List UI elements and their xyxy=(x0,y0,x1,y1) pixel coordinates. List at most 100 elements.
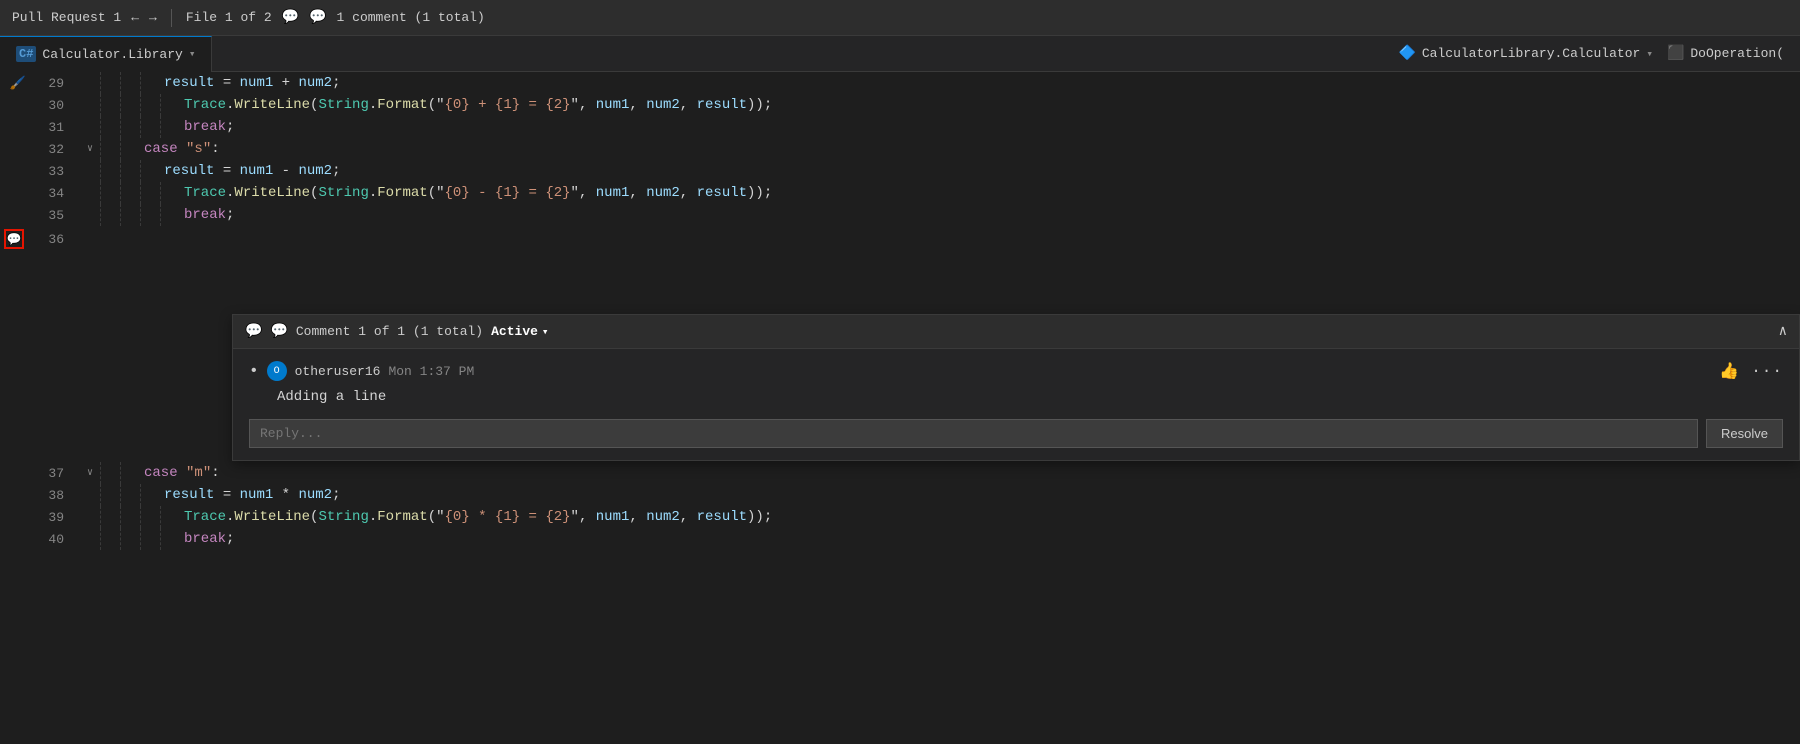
code-line-39: 39 Trace.WriteLine(String.Format("{0} * … xyxy=(0,506,1800,528)
code-line-38: 38 result = num1 * num2; xyxy=(0,484,1800,506)
code-line-30: 30 Trace.WriteLine(String.Format("{0} + … xyxy=(0,94,1800,116)
expand-34 xyxy=(80,182,100,204)
gutter-30: 30 xyxy=(0,94,80,116)
cs-icon: C# xyxy=(16,46,36,62)
method-breadcrumb-name: DoOperation( xyxy=(1690,46,1784,61)
code-content-36 xyxy=(100,226,1800,252)
code-line-36: 36 💬 xyxy=(0,226,1800,252)
gutter-32: 32 xyxy=(0,138,80,160)
line-number-29: 29 xyxy=(48,76,64,91)
code-line-33: 33 result = num1 - num2; xyxy=(0,160,1800,182)
code-content-37: case "m": xyxy=(140,462,1800,484)
line-number-30: 30 xyxy=(48,98,64,113)
comment-panel-collapse-btn[interactable]: ∧ xyxy=(1779,323,1787,340)
expand-33 xyxy=(80,160,100,182)
expand-35 xyxy=(80,204,100,226)
comment-icon-2: 💬 xyxy=(309,9,326,26)
more-options-icon[interactable]: ··· xyxy=(1751,362,1783,380)
expand-38 xyxy=(80,484,100,506)
expand-29 xyxy=(80,72,100,94)
expand-37[interactable]: ∨ xyxy=(80,462,100,484)
file-tabs-bar: C# Calculator.Library ▾ 🔷 CalculatorLibr… xyxy=(0,36,1800,72)
gutter-40: 40 xyxy=(0,528,80,550)
code-line-34: 34 Trace.WriteLine(String.Format("{0} - … xyxy=(0,182,1800,204)
reply-input[interactable] xyxy=(249,419,1698,448)
line-number-40: 40 xyxy=(48,532,64,547)
pull-request-label: Pull Request 1 xyxy=(12,10,121,25)
gutter-comment-btn-36[interactable]: 💬 xyxy=(4,229,24,249)
indent-2-29 xyxy=(120,72,140,94)
code-content-38: result = num1 * num2; xyxy=(160,484,1800,506)
method-breadcrumb-icon: ⬛ xyxy=(1667,45,1684,62)
nav-back-btn[interactable]: ← xyxy=(131,10,139,25)
class-breadcrumb-icon: 🔷 xyxy=(1398,45,1415,62)
line-number-33: 33 xyxy=(48,164,64,179)
file-count-label: File 1 of 2 xyxy=(186,10,272,25)
gutter-38: 38 xyxy=(0,484,80,506)
gutter-34: 34 xyxy=(0,182,80,204)
status-text: Active xyxy=(491,324,538,339)
indent-1-29 xyxy=(100,72,120,94)
code-line-32: 32 ∨ case "s": xyxy=(0,138,1800,160)
gutter-37: 37 xyxy=(0,462,80,484)
comment-icon-1: 💬 xyxy=(282,9,299,26)
comment-nav-icon-1[interactable]: 💬 xyxy=(245,323,262,340)
tab-filename: Calculator.Library xyxy=(42,47,182,62)
code-content-35: break; xyxy=(180,204,1800,226)
resolve-button[interactable]: Resolve xyxy=(1706,419,1783,448)
comment-panel-header: 💬 💬 Comment 1 of 1 (1 total) Active ▾ ∧ xyxy=(233,315,1799,349)
comment-count-label: Comment 1 of 1 (1 total) xyxy=(296,324,483,339)
line-number-35: 35 xyxy=(48,208,64,223)
comment-count-label: 1 comment (1 total) xyxy=(337,10,485,25)
expand-32[interactable]: ∨ xyxy=(80,138,100,160)
code-content-30: Trace.WriteLine(String.Format("{0} + {1}… xyxy=(180,94,1800,116)
line-number-38: 38 xyxy=(48,488,64,503)
code-content-33: result = num1 - num2; xyxy=(160,160,1800,182)
tab-dropdown-arrow[interactable]: ▾ xyxy=(189,47,196,61)
expand-39 xyxy=(80,506,100,528)
indent-3-29 xyxy=(140,72,160,94)
line-number-37: 37 xyxy=(48,466,64,481)
line-number-39: 39 xyxy=(48,510,64,525)
tab-calculator-library[interactable]: C# Calculator.Library ▾ xyxy=(0,36,212,72)
code-line-35: 35 break; xyxy=(0,204,1800,226)
code-line-31: 31 break; xyxy=(0,116,1800,138)
like-icon[interactable]: 👍 xyxy=(1719,361,1739,381)
gutter-39: 39 xyxy=(0,506,80,528)
gutter-35: 35 xyxy=(0,204,80,226)
comment-bullet: • xyxy=(249,362,259,380)
breadcrumb-section: 🔷 CalculatorLibrary.Calculator ▾ ⬛ DoOpe… xyxy=(1398,45,1800,62)
comment-content: Adding a line xyxy=(277,389,1783,405)
comment-status-badge[interactable]: Active ▾ xyxy=(491,324,548,339)
comment-nav-icon-2[interactable]: 💬 xyxy=(270,323,287,340)
comment-time: Mon 1:37 PM xyxy=(388,364,474,379)
class-dropdown-arrow[interactable]: ▾ xyxy=(1646,47,1653,61)
gutter-36: 36 💬 xyxy=(0,226,80,252)
code-content-34: Trace.WriteLine(String.Format("{0} - {1}… xyxy=(180,182,1800,204)
code-container: 29 🖌️ result = num1 + num2; 30 Trace.Wri… xyxy=(0,72,1800,744)
gutter-paintbrush-29[interactable]: 🖌️ xyxy=(8,73,28,93)
gutter-33: 33 xyxy=(0,160,80,182)
code-content-39: Trace.WriteLine(String.Format("{0} * {1}… xyxy=(180,506,1800,528)
line-number-31: 31 xyxy=(48,120,64,135)
code-content-29: result = num1 + num2; xyxy=(160,72,1800,94)
comment-actions: 👍 ··· xyxy=(1719,361,1783,381)
line-number-36: 36 xyxy=(48,232,64,247)
expand-40 xyxy=(80,528,100,550)
status-dropdown-chevron[interactable]: ▾ xyxy=(542,325,549,339)
nav-forward-btn[interactable]: → xyxy=(149,10,157,25)
comment-author: otheruser16 xyxy=(295,364,381,379)
comment-author-row: • O otheruser16 Mon 1:37 PM 👍 ··· xyxy=(249,361,1783,381)
comment-panel: 💬 💬 Comment 1 of 1 (1 total) Active ▾ ∧ … xyxy=(232,314,1800,461)
gutter-29: 29 🖌️ xyxy=(0,72,80,94)
toolbar-divider xyxy=(171,9,172,27)
comment-body: • O otheruser16 Mon 1:37 PM 👍 ··· Adding… xyxy=(233,349,1799,460)
line-number-34: 34 xyxy=(48,186,64,201)
class-breadcrumb-name: CalculatorLibrary.Calculator xyxy=(1422,46,1640,61)
expand-36 xyxy=(80,226,100,252)
code-content-32: case "s": xyxy=(140,138,1800,160)
avatar: O xyxy=(267,361,287,381)
gutter-31: 31 xyxy=(0,116,80,138)
code-line-29: 29 🖌️ result = num1 + num2; xyxy=(0,72,1800,94)
code-content-40: break; xyxy=(180,528,1800,550)
